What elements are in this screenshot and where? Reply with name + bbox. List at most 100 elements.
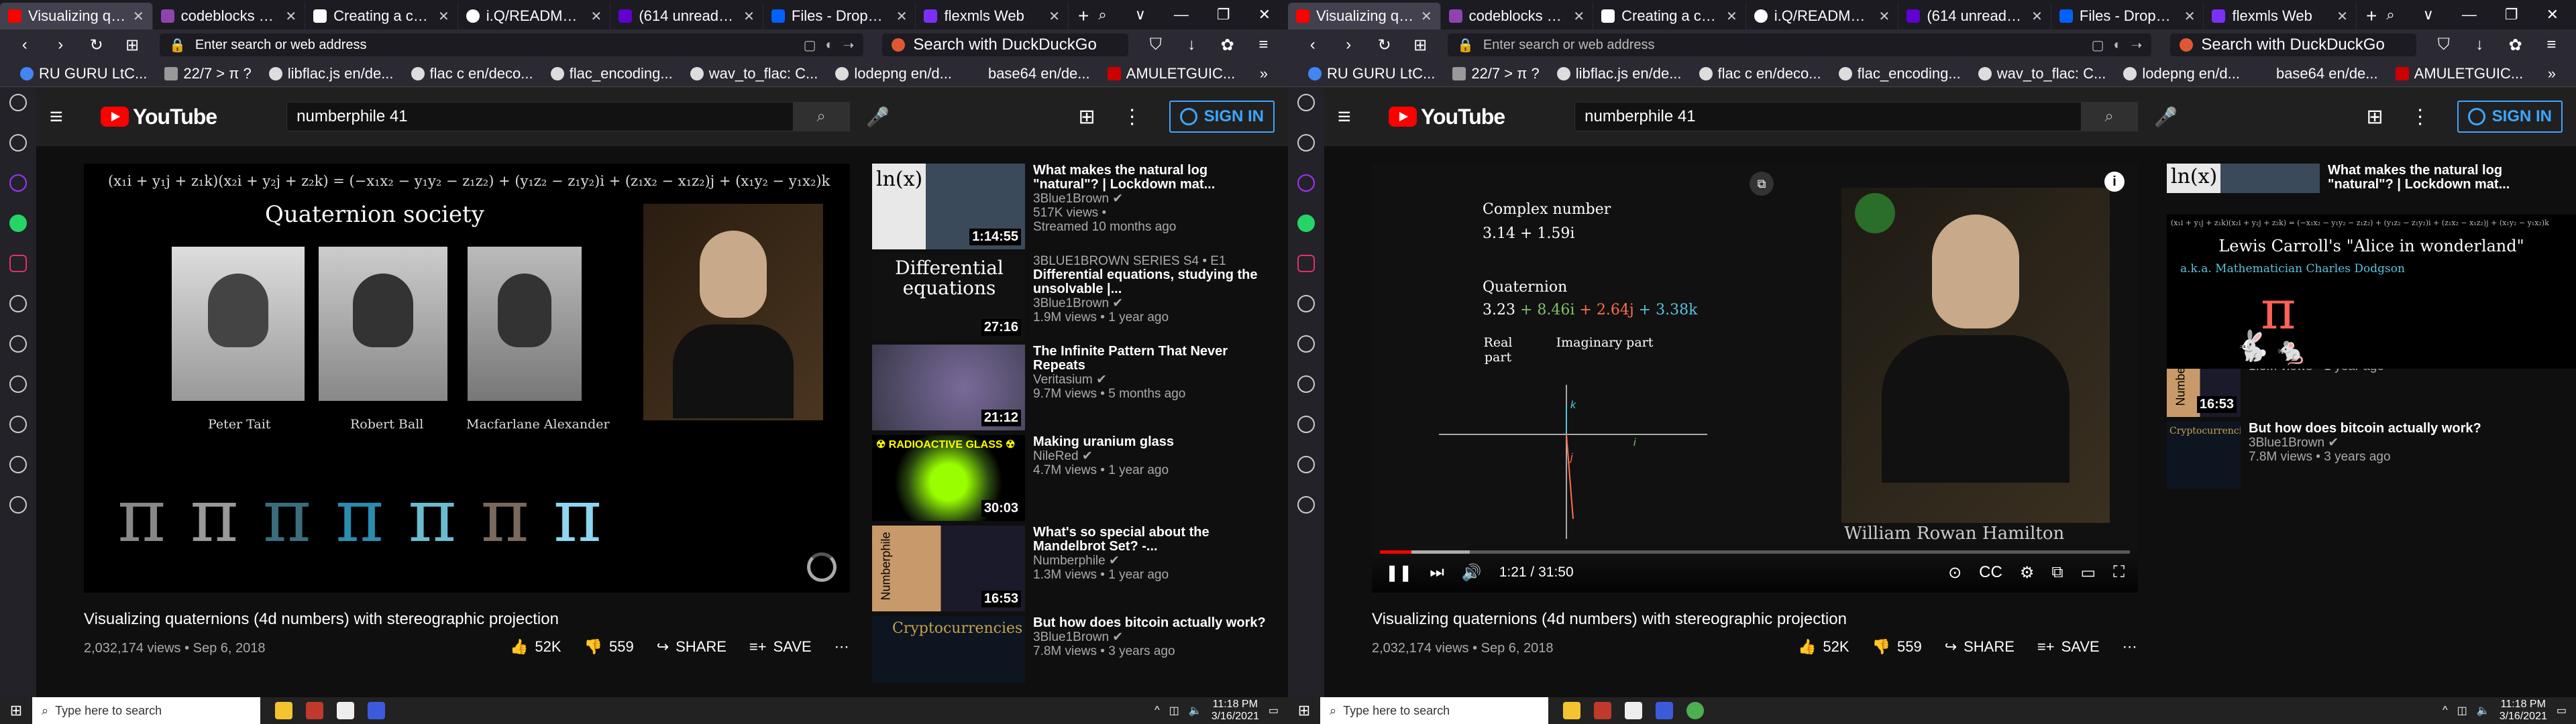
- tab-youtube[interactable]: Visualizing quat ✕: [0, 3, 153, 29]
- bookmark[interactable]: base64 en/de...: [969, 65, 1090, 82]
- video-player[interactable]: (x₁i + y₁j + z₁k)(x₂i + y₂j + z₂k) = (−x…: [84, 164, 850, 593]
- dislike-button[interactable]: 👎 559: [1872, 638, 1922, 656]
- tab-flexmls[interactable]: flexmls Web ✕: [2204, 3, 2357, 29]
- volume-icon[interactable]: 🔈: [2477, 704, 2490, 717]
- address-input[interactable]: Enter search or web address: [195, 38, 794, 53]
- player-icon[interactable]: [1297, 295, 1315, 312]
- pause-icon[interactable]: ❚❚: [1385, 563, 1412, 583]
- close-icon[interactable]: ✕: [2337, 8, 2348, 25]
- like-button[interactable]: 👍 52K: [510, 638, 561, 656]
- shield-icon[interactable]: ◐: [826, 38, 834, 53]
- close-icon[interactable]: ✕: [591, 8, 602, 25]
- close-icon[interactable]: ✕: [743, 8, 755, 25]
- home-icon[interactable]: [9, 134, 27, 152]
- more-actions-icon[interactable]: ⋯: [835, 638, 849, 656]
- restore-button[interactable]: ❐: [2505, 6, 2518, 23]
- more-actions-icon[interactable]: ⋯: [2123, 638, 2137, 656]
- bookmark[interactable]: flac c en/deco...: [1699, 65, 1821, 82]
- document-icon[interactable]: [1625, 702, 1642, 719]
- close-icon[interactable]: ✕: [1049, 8, 1060, 25]
- windows-start-icon[interactable]: ⊞: [0, 697, 32, 724]
- dislike-button[interactable]: 👎 559: [584, 638, 634, 656]
- reload-icon[interactable]: ↻: [88, 36, 105, 55]
- close-icon[interactable]: ✕: [1726, 8, 1737, 25]
- search-engine-box[interactable]: Search with DuckDuckGo: [882, 34, 1129, 56]
- search-engine-box[interactable]: Search with DuckDuckGo: [2170, 34, 2417, 56]
- location-icon[interactable]: [9, 496, 27, 514]
- location-icon[interactable]: [1297, 496, 1315, 514]
- settings-icon[interactable]: [9, 456, 27, 473]
- close-window-button[interactable]: ✕: [2546, 6, 2559, 23]
- instagram-icon[interactable]: [9, 255, 27, 272]
- send-icon[interactable]: [9, 335, 27, 353]
- tray-up-icon[interactable]: ^: [2443, 705, 2448, 717]
- video-thumbnail[interactable]: Cryptocurrencies: [872, 616, 1025, 683]
- list-item[interactable]: ☢ RADIOACTIVE GLASS ☢ 30:03 Making uraniu…: [872, 435, 1268, 526]
- settings-icon[interactable]: ⚙: [2020, 563, 2035, 583]
- taskbar-search[interactable]: ⌕ Type here to search: [32, 697, 260, 724]
- search-input[interactable]: [1575, 103, 2082, 131]
- tab-github-readme[interactable]: i.Q/README.md✕: [1746, 3, 1899, 29]
- menu-icon[interactable]: ≡: [1254, 36, 1271, 54]
- settings-icon[interactable]: [1297, 456, 1315, 473]
- close-icon[interactable]: ✕: [1421, 8, 1432, 25]
- pocket-icon[interactable]: ⛉: [1147, 36, 1164, 54]
- bookmarks-sidebar-icon[interactable]: [9, 94, 27, 111]
- video-thumbnail[interactable]: Cryptocurrencies: [2167, 422, 2241, 489]
- fullscreen-icon[interactable]: ⛶: [2113, 563, 2125, 582]
- search-tabs-icon[interactable]: ⌕: [2386, 6, 2394, 23]
- tab-dropbox[interactable]: Files - Dropbox ✕: [2051, 3, 2204, 29]
- close-icon[interactable]: ✕: [285, 8, 297, 25]
- heart-icon[interactable]: [9, 375, 27, 393]
- instagram-icon[interactable]: [1297, 255, 1315, 272]
- extensions-icon[interactable]: ✿: [1219, 36, 1236, 55]
- list-item[interactable]: 21:12 The Infinite Pattern That Never Re…: [872, 345, 1268, 435]
- list-item[interactable]: Cryptocurrencies But how does bitcoin ac…: [2167, 422, 2563, 512]
- hover-preview[interactable]: (x₁i + y₁j + z₁k)(x₂i + y₂j + z₂k) = (−x…: [2167, 215, 2576, 369]
- taskbar-search[interactable]: ⌕ Type here to search: [1320, 697, 1548, 724]
- video-thumbnail[interactable]: Differential equations 27:16: [872, 254, 1025, 340]
- tab-youtube[interactable]: Visualizing quat ✕: [1288, 3, 1441, 29]
- list-tabs-icon[interactable]: ∨: [2423, 6, 2434, 23]
- menu-icon[interactable]: ≡: [2542, 36, 2559, 54]
- close-icon[interactable]: ✕: [438, 8, 449, 25]
- close-icon[interactable]: ✕: [1879, 8, 1890, 25]
- volume-icon[interactable]: 🔊: [1462, 563, 1482, 583]
- app-icon[interactable]: [1594, 702, 1611, 719]
- more-vert-icon[interactable]: ⋮: [1122, 105, 1142, 129]
- clock[interactable]: 11:18 PM 3/16/2021: [2500, 699, 2547, 723]
- list-tabs-icon[interactable]: ∨: [1135, 6, 1146, 23]
- bookmark[interactable]: libflac.js en/de...: [268, 65, 394, 82]
- like-button[interactable]: 👍 52K: [1798, 638, 1849, 656]
- app-icon[interactable]: [1656, 702, 1673, 719]
- forward-icon[interactable]: ›: [1340, 36, 1356, 54]
- search-input[interactable]: [287, 103, 794, 131]
- back-icon[interactable]: ‹: [16, 36, 33, 54]
- history-icon[interactable]: [9, 416, 27, 433]
- share-button[interactable]: ↪ SHARE: [1945, 638, 2015, 656]
- notifications-icon[interactable]: ▭: [1269, 704, 1279, 717]
- more-bookmarks-icon[interactable]: »: [1260, 65, 1268, 82]
- shield-icon[interactable]: ◐: [2114, 38, 2122, 53]
- tab-codeblocks[interactable]: codeblocks squ ✕: [153, 3, 306, 29]
- bookmark[interactable]: libflac.js en/de...: [1556, 65, 1682, 82]
- tab-codeblocks[interactable]: codeblocks squ ✕: [1441, 3, 1594, 29]
- extensions-icon[interactable]: ✿: [2507, 36, 2524, 55]
- address-input[interactable]: Enter search or web address: [1483, 38, 2082, 53]
- bookmark[interactable]: lodepng en/d...: [835, 65, 952, 82]
- bookmark[interactable]: AMULETGUIC...: [1107, 65, 1235, 82]
- sign-in-button[interactable]: SIGN IN: [2457, 101, 2563, 133]
- share-button[interactable]: ↪ SHARE: [657, 638, 727, 656]
- pocket-icon[interactable]: ⛉: [2435, 36, 2452, 54]
- search-icon[interactable]: ⌕: [793, 103, 850, 131]
- close-icon[interactable]: ✕: [2184, 8, 2196, 25]
- file-explorer-icon[interactable]: [275, 702, 292, 719]
- video-thumbnail[interactable]: ln(x): [2167, 164, 2320, 193]
- hamburger-icon[interactable]: ≡: [1338, 104, 1364, 130]
- tab-github-readme[interactable]: i.Q/README.md✕: [458, 3, 611, 29]
- close-icon[interactable]: ✕: [133, 8, 144, 25]
- messenger-icon[interactable]: [1297, 174, 1315, 192]
- search-icon[interactable]: ⌕: [2081, 103, 2138, 131]
- apps-grid-icon[interactable]: ⊞: [2367, 105, 2383, 129]
- tab-dropbox[interactable]: Files - Dropbox ✕: [763, 3, 916, 29]
